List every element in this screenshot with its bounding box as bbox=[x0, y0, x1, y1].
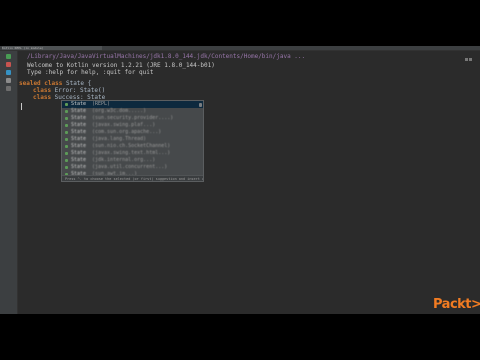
text-caret bbox=[21, 103, 22, 110]
repl-console[interactable]: /Library/Java/JavaVirtualMachines/jdk1.8… bbox=[18, 51, 480, 314]
completion-signature: (sun.nio.ch.SocketChannel) bbox=[92, 143, 171, 149]
class-icon bbox=[65, 166, 68, 169]
completion-name: State bbox=[71, 101, 87, 107]
letterbox-top bbox=[0, 0, 480, 46]
popup-scrollbar[interactable] bbox=[199, 103, 202, 107]
class-icon bbox=[65, 159, 68, 162]
welcome-message: Welcome to Kotlin version 1.2.21 (JRE 1.… bbox=[27, 62, 215, 69]
code-keyword: class bbox=[33, 87, 52, 94]
class-icon bbox=[65, 117, 68, 120]
help-icon[interactable] bbox=[6, 86, 11, 91]
class-icon bbox=[65, 145, 68, 148]
completion-signature: (jdk.internal.org...) bbox=[92, 157, 156, 163]
completion-signature: (javax.swing.plaf...) bbox=[92, 122, 156, 128]
completion-item[interactable]: State (jdk.internal.org...) bbox=[62, 157, 203, 164]
completion-item[interactable]: State (com.sun.org.apache...) bbox=[62, 129, 203, 136]
code-keyword: sealed class bbox=[19, 80, 63, 87]
completion-name: State bbox=[71, 129, 87, 135]
class-icon bbox=[65, 138, 68, 141]
completion-item[interactable]: State (sun.nio.ch.SocketChannel) bbox=[62, 143, 203, 150]
completion-signature: (REPL) bbox=[92, 101, 111, 107]
class-icon bbox=[65, 110, 68, 113]
completion-name: State bbox=[71, 143, 87, 149]
completion-signature: (javax.swing.text.html...) bbox=[92, 150, 171, 156]
completion-signature: (sun.security.provider....) bbox=[92, 115, 174, 121]
completion-item[interactable]: State (REPL) bbox=[62, 101, 203, 108]
completion-name: State bbox=[71, 122, 87, 128]
completion-item[interactable]: State (javax.swing.text.html...) bbox=[62, 150, 203, 157]
completion-name: State bbox=[71, 164, 87, 170]
code-keyword: class bbox=[33, 94, 52, 101]
completion-item[interactable]: State (java.util.concurrent...) bbox=[62, 164, 203, 171]
run-icon[interactable] bbox=[6, 54, 11, 59]
class-icon bbox=[65, 124, 68, 127]
help-message: Type :help for help, :quit for quit bbox=[27, 69, 154, 76]
completion-name: State bbox=[71, 150, 87, 156]
completion-signature: (java.lang.Thread) bbox=[92, 136, 147, 142]
tab-repl[interactable]: Kotlin REPL (in module) bbox=[2, 46, 102, 50]
class-icon bbox=[65, 131, 68, 134]
completion-item[interactable]: State (org.w3c.dom.....) bbox=[62, 108, 203, 115]
completion-name: State bbox=[71, 136, 87, 142]
completion-hint: Press ^. to choose the selected (or firs… bbox=[62, 175, 203, 181]
class-icon bbox=[65, 152, 68, 155]
completion-item[interactable]: State (sun.security.provider....) bbox=[62, 115, 203, 122]
window-controls bbox=[464, 46, 476, 61]
completion-item[interactable]: State (java.lang.Thread) bbox=[62, 136, 203, 143]
letterbox-bottom bbox=[0, 314, 480, 360]
code-line-2: class Error: State() bbox=[33, 87, 105, 94]
code-text: Error: State() bbox=[51, 87, 106, 94]
history-icon[interactable] bbox=[6, 78, 11, 83]
execute-icon[interactable] bbox=[6, 70, 11, 75]
completion-signature: (org.w3c.dom.....) bbox=[92, 108, 147, 114]
packt-logo: Packt> bbox=[433, 297, 480, 312]
completion-name: State bbox=[71, 157, 87, 163]
code-line-1: sealed class State { bbox=[19, 80, 91, 87]
code-text: State { bbox=[62, 80, 92, 87]
class-icon bbox=[65, 103, 68, 106]
completion-signature: (java.util.concurrent...) bbox=[92, 164, 168, 170]
command-line: /Library/Java/JavaVirtualMachines/jdk1.8… bbox=[27, 53, 306, 60]
completion-name: State bbox=[71, 108, 87, 114]
stop-icon[interactable] bbox=[6, 62, 11, 67]
completion-item[interactable]: State (javax.swing.plaf...) bbox=[62, 122, 203, 129]
tool-sidebar bbox=[0, 51, 18, 314]
completion-signature: (com.sun.org.apache...) bbox=[92, 129, 162, 135]
completion-popup[interactable]: State (REPL) State (org.w3c.dom.....) Stat… bbox=[61, 100, 204, 182]
ide-window: Kotlin REPL (in module) /Library/Java/Ja… bbox=[0, 46, 480, 314]
completion-name: State bbox=[71, 115, 87, 121]
